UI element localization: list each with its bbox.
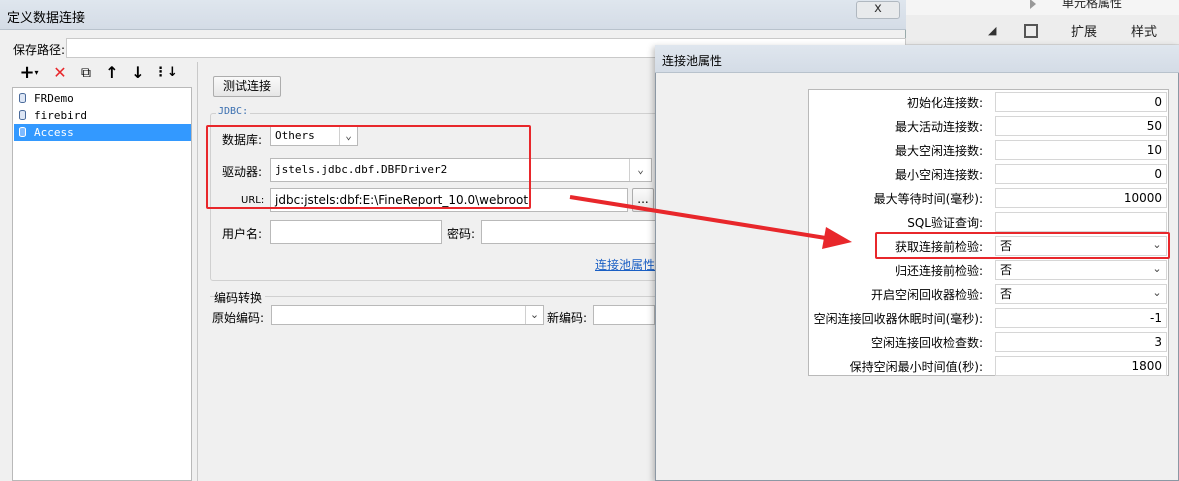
move-up-icon[interactable]: ↑	[102, 62, 122, 84]
dialog-titlebar	[0, 0, 906, 30]
pool-row-label: 保持空闲最小时间值(秒):	[849, 360, 983, 374]
list-item-frdemo[interactable]: FRDemo	[14, 90, 191, 107]
add-icon[interactable]: +▾	[16, 62, 42, 84]
original-encoding-label: 原始编码:	[212, 311, 265, 325]
test-connection-button[interactable]: 测试连接	[213, 76, 281, 97]
pool-properties-link[interactable]: 连接池属性	[595, 256, 655, 273]
pool-row-min-idle: 最小空闲连接数: 0	[809, 162, 1168, 186]
pool-row-min-evictable-idle: 保持空闲最小时间值(秒): 1800	[809, 354, 1168, 378]
new-encoding-label: 新编码:	[547, 311, 588, 325]
delete-icon[interactable]: ✕	[50, 62, 70, 84]
pool-row-test-while-idle: 开启空闲回收器检验: 否 ⌄	[809, 282, 1168, 306]
pool-row-value[interactable]: 50	[995, 116, 1167, 136]
highlight-box-test-on-borrow	[875, 232, 1170, 259]
database-icon	[19, 110, 26, 120]
pool-dialog-title: 连接池属性	[662, 54, 723, 68]
pool-row-label: 空闲连接回收检查数:	[870, 336, 983, 350]
pool-row-label: 归还连接前检验:	[894, 264, 983, 278]
pool-row-label: 最大空闲连接数:	[894, 144, 983, 158]
pool-row-label: 最大等待时间(毫秒):	[873, 192, 983, 206]
chevron-down-icon[interactable]: ⌄	[629, 159, 651, 181]
connection-list[interactable]: FRDemo firebird Access	[12, 87, 192, 481]
copy-icon[interactable]: ⧉	[76, 62, 96, 84]
cell-properties-title: 单元格属性	[1062, 0, 1123, 10]
pool-row-label: SQL验证查询:	[907, 216, 983, 230]
chevron-down-icon[interactable]: ⌄	[1148, 285, 1166, 303]
dialog-title: 定义数据连接	[7, 11, 86, 26]
pool-row-label: 开启空闲回收器检验:	[870, 288, 983, 302]
move-down-icon[interactable]: ↓	[128, 62, 148, 84]
pool-row-max-wait: 最大等待时间(毫秒): 10000	[809, 186, 1168, 210]
connection-toolbar: +▾ ✕ ⧉ ↑ ↓ ⋮↓	[12, 62, 192, 88]
pool-row-label: 最小空闲连接数:	[894, 168, 983, 182]
pool-row-value[interactable]: -1	[995, 308, 1167, 328]
username-input[interactable]	[270, 220, 442, 244]
pool-row-tests-per-eviction: 空闲连接回收检查数: 3	[809, 330, 1168, 354]
pool-row-select[interactable]: 否 ⌄	[995, 260, 1167, 280]
save-path-label: 保存路径:	[13, 43, 66, 57]
chevron-down-icon[interactable]: ⌄	[525, 306, 543, 324]
connection-name: FRDemo	[34, 92, 74, 105]
jdbc-group-label: JDBC:	[216, 106, 251, 117]
grid-layout-icon[interactable]	[1024, 24, 1038, 38]
sort-icon[interactable]: ⋮↓	[154, 62, 178, 84]
pool-row-value: 否	[1000, 263, 1013, 277]
highlight-box-jdbc	[206, 125, 531, 209]
pool-row-eviction-interval: 空闲连接回收器休眠时间(毫秒): -1	[809, 306, 1168, 330]
database-icon	[19, 127, 26, 137]
pool-row-validation-query: SQL验证查询:	[809, 210, 1168, 234]
pool-row-label: 空闲连接回收器休眠时间(毫秒):	[813, 312, 983, 326]
pool-row-initial-size: 初始化连接数: 0	[809, 90, 1168, 114]
pool-row-select[interactable]: 否 ⌄	[995, 284, 1167, 304]
pool-row-value[interactable]: 10	[995, 140, 1167, 160]
pool-row-max-active: 最大活动连接数: 50	[809, 114, 1168, 138]
tab-style[interactable]: 样式	[1131, 21, 1157, 40]
encoding-group-label: 编码转换	[214, 289, 266, 306]
pool-row-value: 否	[1000, 287, 1013, 301]
pool-dialog-titlebar	[655, 45, 1179, 73]
list-item-firebird[interactable]: firebird	[14, 107, 191, 124]
pool-row-label: 初始化连接数:	[906, 96, 983, 110]
expand-triangle-icon	[1030, 0, 1036, 9]
pool-row-value[interactable]: 1800	[995, 356, 1167, 376]
arrow-head	[822, 227, 852, 249]
pool-row-value[interactable]: 10000	[995, 188, 1167, 208]
database-icon	[19, 93, 26, 103]
chevron-down-icon[interactable]: ⌄	[1148, 261, 1166, 279]
tab-expand[interactable]: 扩展	[1071, 21, 1097, 40]
username-label: 用户名:	[222, 227, 263, 241]
connection-name: Access	[34, 126, 74, 139]
new-encoding-select[interactable]	[593, 305, 655, 325]
list-item-access[interactable]: Access	[14, 124, 191, 141]
pool-row-value[interactable]	[995, 212, 1167, 232]
pool-row-label: 最大活动连接数:	[894, 120, 983, 134]
original-encoding-select[interactable]: ⌄	[271, 305, 544, 325]
connection-name: firebird	[34, 109, 87, 122]
pool-row-value[interactable]: 3	[995, 332, 1167, 352]
annotation-arrow-icon	[569, 195, 852, 249]
pool-row-value[interactable]: 0	[995, 164, 1167, 184]
pool-row-test-on-return: 归还连接前检验: 否 ⌄	[809, 258, 1168, 282]
arrow-shaft	[569, 195, 833, 241]
pool-row-value[interactable]: 0	[995, 92, 1167, 112]
pool-row-max-idle: 最大空闲连接数: 10	[809, 138, 1168, 162]
close-button[interactable]: x	[856, 1, 900, 19]
password-label: 密码:	[447, 227, 476, 241]
format-painter-icon[interactable]: ◢	[988, 24, 996, 37]
